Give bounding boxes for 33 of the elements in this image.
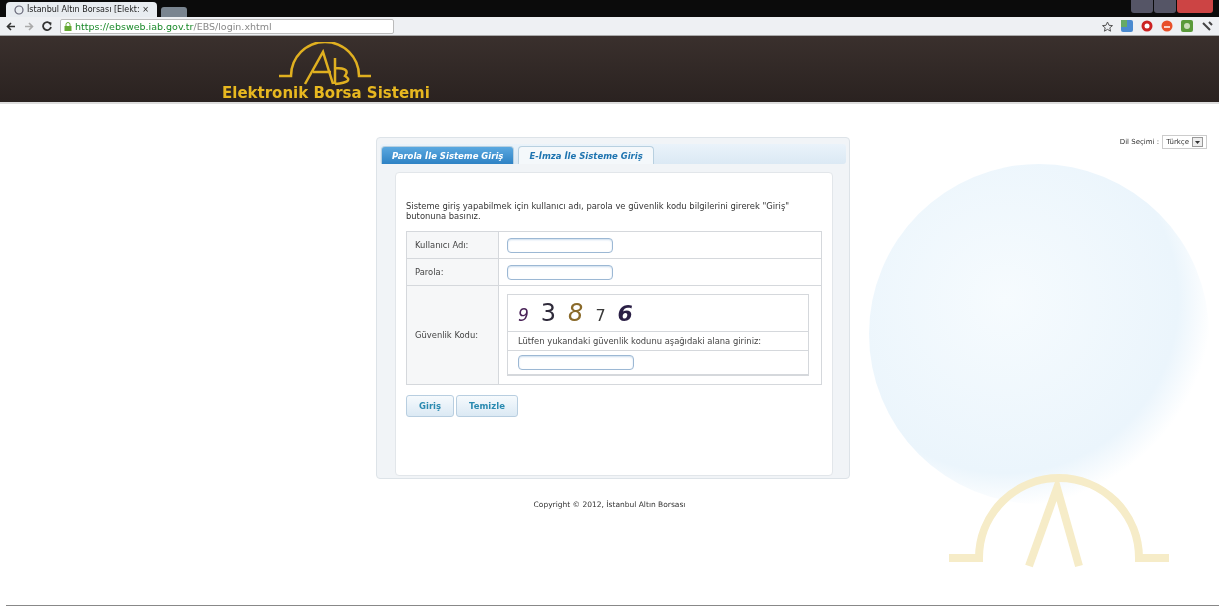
globe-icon (14, 4, 24, 15)
field-label: Parola: (406, 258, 499, 286)
address-bar[interactable]: https://ebsweb.iab.gov.tr/EBS/login.xhtml (60, 18, 394, 34)
stop-sign-icon[interactable] (1141, 20, 1153, 32)
captcha-digit: 3 (540, 299, 557, 328)
back-arrow-icon[interactable] (6, 21, 16, 31)
field-label: Kullanıcı Adı: (406, 231, 499, 259)
captcha-hint: Lütfen yukandaki güvenlik kodunu aşağıdaki alana giriniz: (508, 332, 808, 352)
input-field[interactable] (507, 264, 613, 280)
circle-logo-icon[interactable] (1161, 20, 1173, 32)
system-title: Elektronik Borsa Sistemi (222, 84, 430, 102)
new-tab-button[interactable] (160, 7, 187, 17)
form-button[interactable]: Temizle (456, 395, 518, 418)
form-button[interactable]: Giriş (406, 395, 455, 418)
reload-icon[interactable] (42, 21, 52, 31)
maximize-button[interactable] (1154, 0, 1176, 13)
instruction-text: Sisteme giriş yapabilmek için kullanıcı adı, parola ve güvenlik kodu bilgilerini girerek "Giriş" butonuna basınız. (406, 201, 791, 222)
browser-tab[interactable]: İstanbul Altın Borsası [Elekt: × (6, 2, 157, 17)
captcha-digit: 9 (518, 305, 529, 326)
forward-arrow-icon[interactable] (24, 21, 34, 31)
translate-icon[interactable] (1121, 20, 1133, 32)
login-tab[interactable]: Parola İle Sisteme Giriş (381, 146, 515, 164)
dropdown-arrow-icon (1195, 140, 1200, 144)
captcha-digit: 8 (568, 299, 584, 328)
input-field[interactable] (518, 355, 634, 371)
captcha-digit: 7 (595, 306, 606, 326)
captcha-digit: 6 (617, 301, 633, 327)
input-field[interactable] (507, 237, 613, 253)
star-icon[interactable] (1102, 20, 1113, 32)
lock-icon (64, 21, 72, 31)
field-label: Güvenlik Kodu: (406, 285, 499, 385)
minimize-button[interactable] (1131, 0, 1153, 13)
login-tab[interactable]: E-İmza İle Sisteme Giriş (518, 146, 654, 164)
